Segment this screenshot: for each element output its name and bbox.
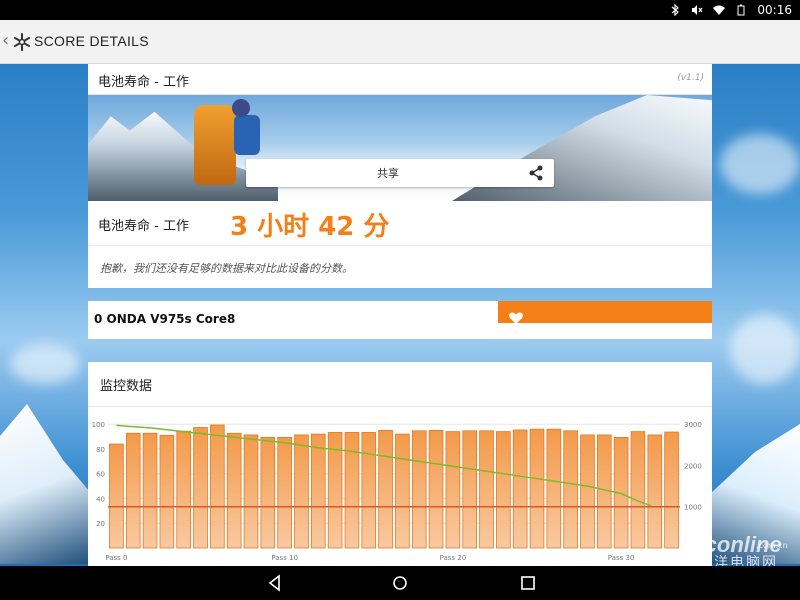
left-axis-tick-label: 80 (96, 446, 105, 454)
monitor-title: 监控数据 (100, 379, 153, 394)
share-label: 共享 (377, 167, 399, 180)
left-axis-tick-label: 20 (96, 520, 105, 528)
hiker-banner-image: 共享 (88, 95, 712, 201)
right-axis-tick-label: 1000 (684, 504, 702, 512)
monitor-chart: 100 80 60 40 20 3000 2000 1000 Pass 0 Pass 10 Pass… (92, 421, 702, 562)
score-label: 电池寿命 - 工作 (98, 219, 189, 234)
bluetooth-icon (672, 4, 680, 16)
monitor-card: 监控数据 100 80 60 40 20 3000 2000 1000 Pass 0 Pass 1… (88, 362, 712, 566)
back-chevron-icon[interactable]: ‹ (2, 32, 9, 50)
chart-bar (664, 431, 679, 549)
device-name: 0 ONDA V975s Core8 (94, 312, 236, 326)
score-row: 电池寿命 - 工作 3 小时 42 分 (88, 201, 712, 246)
back-icon[interactable] (265, 573, 285, 593)
right-axis-tick-label: 3000 (684, 421, 702, 429)
x-axis-tick-label: Pass 10 (271, 554, 298, 562)
left-axis-tick-label: 40 (96, 495, 105, 503)
device-score-bar (498, 301, 712, 323)
chart-bar (310, 433, 326, 549)
test-title: 电池寿命 - 工作 (98, 75, 189, 90)
no-comparison-note: 抱歉，我们还没有足够的数据来对比此设备的分数。 (100, 262, 353, 275)
chart-bar (226, 432, 242, 549)
chart-bar (563, 430, 578, 549)
chart-bar (580, 434, 595, 549)
share-button[interactable]: 共享 (246, 159, 554, 187)
chart-bar (176, 430, 192, 549)
chart-bar (344, 432, 360, 549)
x-axis-tick-label: Pass 0 (105, 554, 127, 562)
action-bar: ‹ SCORE DETAILS (0, 20, 800, 64)
chart-bar (142, 432, 158, 549)
chart-bar (277, 436, 292, 549)
chart-bar (243, 434, 259, 549)
chart-bar (395, 433, 410, 549)
chart-bar (125, 432, 141, 549)
left-axis-tick-label: 60 (96, 471, 105, 479)
monitor-card-header: 监控数据 (88, 362, 712, 407)
version-label: (v1.1) (677, 73, 704, 83)
device-card[interactable]: 0 ONDA V975s Core8 (88, 301, 712, 339)
home-icon[interactable] (390, 573, 410, 593)
chart-bar (445, 431, 461, 549)
x-axis-tick-label: Pass 20 (440, 554, 467, 562)
chart-bar (647, 434, 663, 549)
battery-icon (737, 4, 745, 16)
score-value: 3 小时 42 分 (230, 212, 390, 242)
chart-bar (462, 430, 478, 549)
chart-bar (260, 436, 276, 549)
result-card: 电池寿命 - 工作 (v1.1) 共享 电池寿命 - 工作 3 小时 42 分 … (88, 64, 712, 288)
status-bar: 00:16 (0, 0, 800, 20)
chart-bar (630, 431, 646, 549)
chart-bar (210, 424, 225, 549)
chart-bar (361, 432, 377, 549)
heart-icon[interactable] (508, 310, 524, 326)
right-axis-tick-label: 2000 (684, 462, 702, 470)
chart-bar (479, 430, 494, 549)
iceberg-left (0, 404, 90, 564)
chart-bar (496, 431, 511, 549)
snowflake-icon[interactable] (12, 32, 32, 52)
page-title: SCORE DETAILS (34, 33, 149, 49)
status-time: 00:16 (757, 3, 792, 17)
chart-bar (193, 427, 208, 549)
share-icon (529, 165, 543, 181)
x-axis-tick-label: Pass 30 (608, 554, 635, 562)
chart-bar (546, 428, 562, 549)
mute-icon (692, 5, 703, 15)
chart-bar (512, 429, 528, 549)
chart-bar (294, 434, 309, 549)
watermark-suffix: .com.cn (756, 541, 788, 550)
chart-bar (159, 434, 175, 549)
chart-bar (529, 428, 545, 549)
chart-bar (378, 429, 393, 549)
navigation-bar (0, 566, 800, 600)
wifi-icon (713, 5, 726, 15)
chart-bar (109, 443, 124, 549)
chart-bar (428, 429, 444, 549)
chart-bar (411, 430, 427, 549)
left-axis-tick-label: 100 (92, 421, 105, 429)
result-card-header: 电池寿命 - 工作 (v1.1) (88, 64, 712, 95)
recents-icon[interactable] (518, 573, 538, 593)
